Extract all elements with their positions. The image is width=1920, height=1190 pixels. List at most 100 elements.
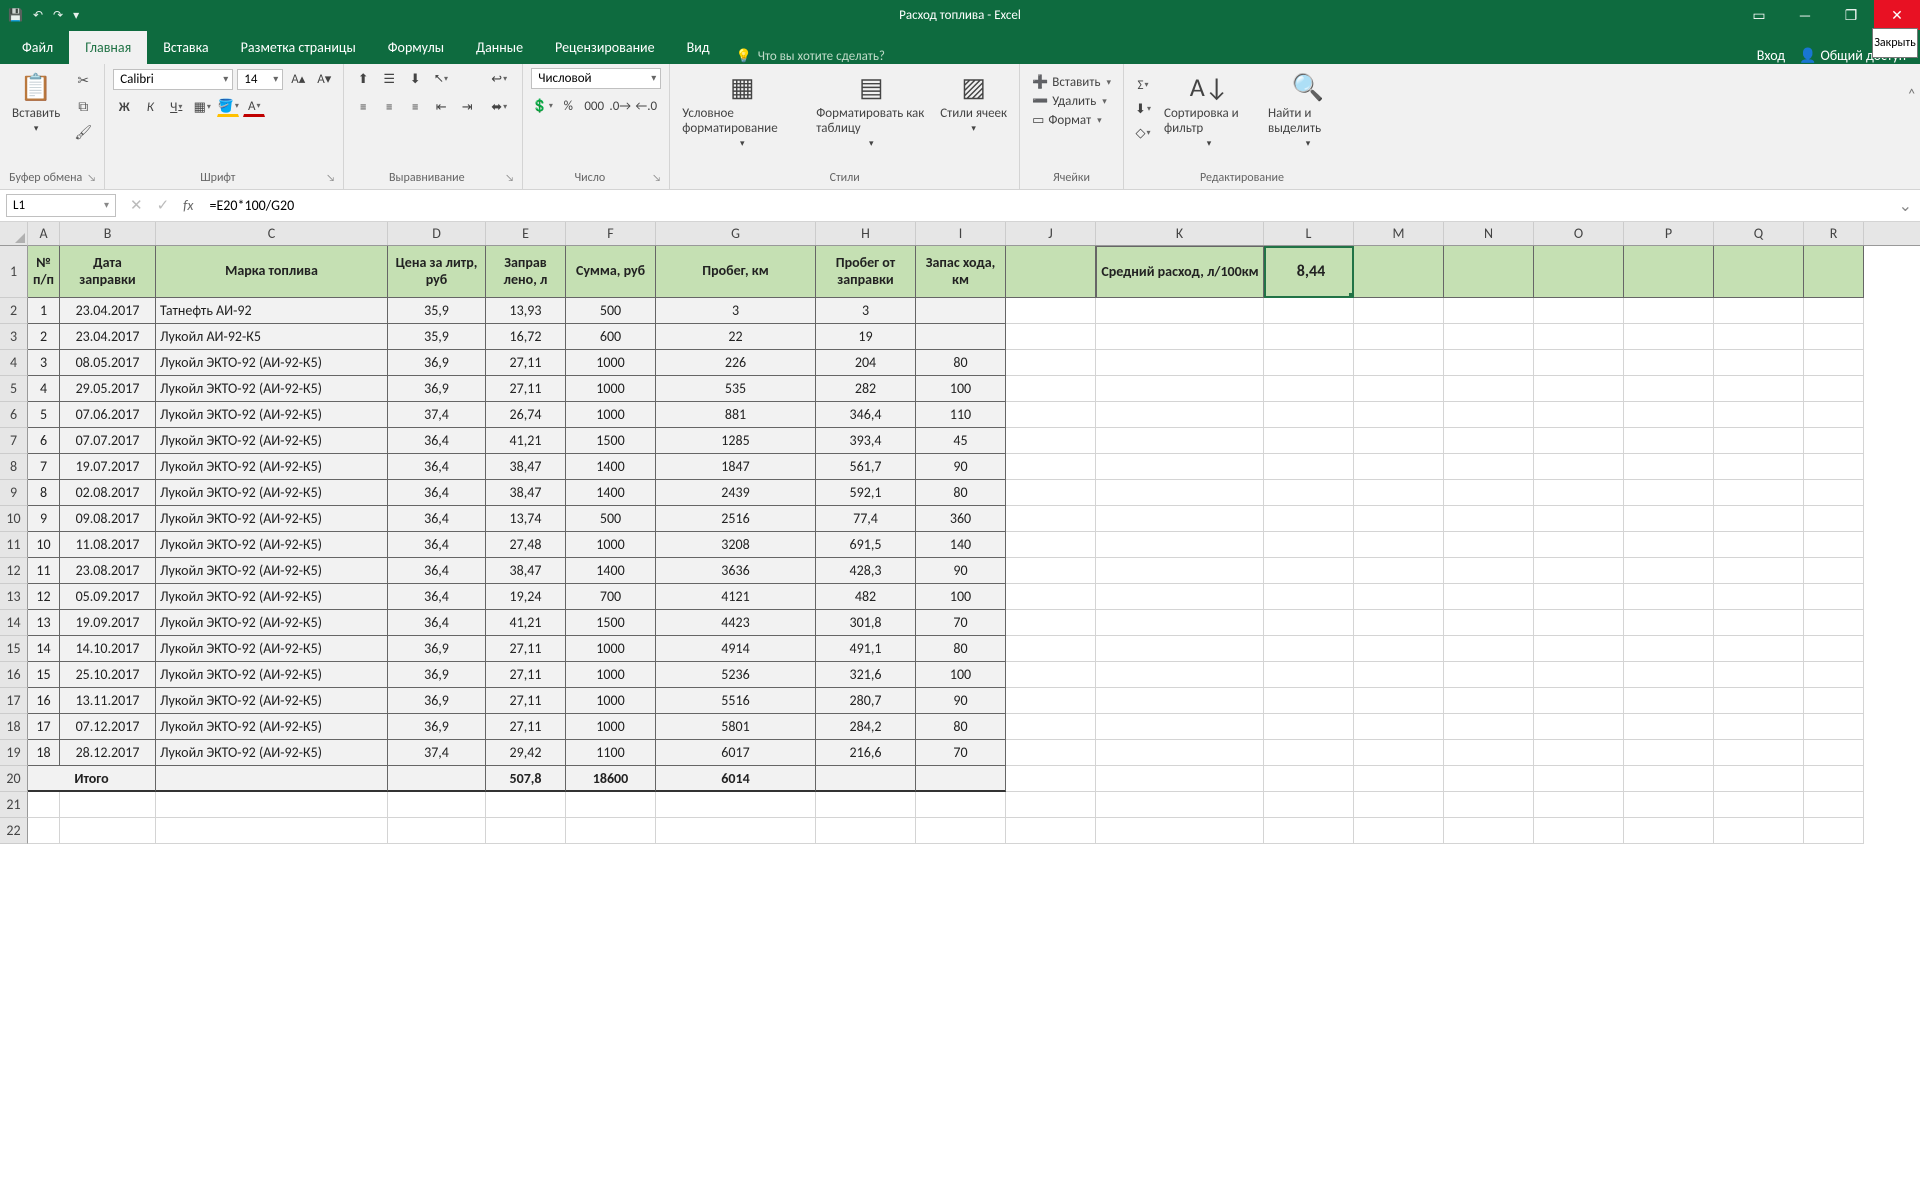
bold-button[interactable]: Ж bbox=[113, 96, 135, 118]
cell[interactable] bbox=[1534, 766, 1624, 792]
copy-icon[interactable]: ⧉ bbox=[70, 94, 96, 118]
cell[interactable] bbox=[1714, 480, 1804, 506]
cell[interactable] bbox=[1354, 402, 1444, 428]
tab-layout[interactable]: Разметка страницы bbox=[225, 31, 372, 64]
cell[interactable] bbox=[1354, 792, 1444, 818]
cell[interactable] bbox=[1534, 532, 1624, 558]
cell[interactable] bbox=[1444, 298, 1534, 324]
row-header[interactable]: 2 bbox=[0, 298, 28, 324]
cell[interactable] bbox=[816, 818, 916, 844]
font-size-select[interactable]: 14 bbox=[237, 69, 283, 90]
cell[interactable]: 561,7 bbox=[816, 454, 916, 480]
cell[interactable]: № п/п bbox=[28, 246, 60, 298]
cell[interactable]: 36,9 bbox=[388, 376, 486, 402]
cell[interactable]: 27,11 bbox=[486, 714, 566, 740]
cell[interactable]: 38,47 bbox=[486, 480, 566, 506]
cell[interactable]: Заправ лено, л bbox=[486, 246, 566, 298]
cell[interactable] bbox=[1804, 688, 1864, 714]
cell[interactable] bbox=[1264, 818, 1354, 844]
cell[interactable] bbox=[1264, 532, 1354, 558]
cell[interactable]: Лукойл ЭКТО-92 (АИ-92-К5) bbox=[156, 480, 388, 506]
cell[interactable] bbox=[1714, 376, 1804, 402]
cell[interactable]: 100 bbox=[916, 376, 1006, 402]
row-header[interactable]: 22 bbox=[0, 818, 28, 844]
cell[interactable] bbox=[1264, 714, 1354, 740]
cell[interactable]: Лукойл ЭКТО-92 (АИ-92-К5) bbox=[156, 688, 388, 714]
cell[interactable] bbox=[1354, 350, 1444, 376]
cell[interactable]: 13,93 bbox=[486, 298, 566, 324]
cell[interactable] bbox=[916, 818, 1006, 844]
cell[interactable]: 36,4 bbox=[388, 610, 486, 636]
cell[interactable] bbox=[1714, 506, 1804, 532]
expand-formula-bar-icon[interactable]: ⌄ bbox=[1891, 196, 1920, 216]
comma-style-icon[interactable]: 000 bbox=[583, 95, 605, 117]
cell[interactable] bbox=[1534, 688, 1624, 714]
col-header-C[interactable]: C bbox=[156, 222, 388, 245]
row-header[interactable]: 19 bbox=[0, 740, 28, 766]
close-icon[interactable]: ✕Закрыть bbox=[1874, 0, 1920, 30]
cell[interactable]: 27,11 bbox=[486, 376, 566, 402]
cell[interactable]: 16 bbox=[28, 688, 60, 714]
cell[interactable]: 110 bbox=[916, 402, 1006, 428]
cell[interactable] bbox=[1444, 428, 1534, 454]
cell[interactable]: 280,7 bbox=[816, 688, 916, 714]
cell[interactable]: 36,4 bbox=[388, 480, 486, 506]
cell[interactable] bbox=[1096, 792, 1264, 818]
cell[interactable]: 11 bbox=[28, 558, 60, 584]
cell[interactable]: 6 bbox=[28, 428, 60, 454]
row-header[interactable]: 11 bbox=[0, 532, 28, 558]
cell[interactable] bbox=[1624, 558, 1714, 584]
cell[interactable] bbox=[1624, 480, 1714, 506]
cell[interactable]: Лукойл ЭКТО-92 (АИ-92-К5) bbox=[156, 376, 388, 402]
cell[interactable]: 80 bbox=[916, 636, 1006, 662]
cell[interactable] bbox=[1444, 558, 1534, 584]
align-bottom-icon[interactable]: ⬇ bbox=[404, 68, 426, 90]
tab-home[interactable]: Главная bbox=[69, 31, 147, 64]
cell[interactable] bbox=[1264, 610, 1354, 636]
cell[interactable]: 2 bbox=[28, 324, 60, 350]
cell[interactable] bbox=[1624, 454, 1714, 480]
cell[interactable] bbox=[60, 818, 156, 844]
cancel-formula-icon[interactable]: ✕ bbox=[130, 196, 143, 215]
cell[interactable]: 38,47 bbox=[486, 454, 566, 480]
cell[interactable] bbox=[1624, 636, 1714, 662]
cell[interactable]: 491,1 bbox=[816, 636, 916, 662]
cell[interactable] bbox=[1624, 246, 1714, 298]
cell[interactable] bbox=[1096, 428, 1264, 454]
cell[interactable]: 1000 bbox=[566, 350, 656, 376]
cell[interactable] bbox=[1006, 688, 1096, 714]
cell[interactable]: 36,4 bbox=[388, 532, 486, 558]
cell[interactable] bbox=[156, 818, 388, 844]
cell[interactable] bbox=[566, 818, 656, 844]
col-header-K[interactable]: K bbox=[1096, 222, 1264, 245]
align-launcher-icon[interactable]: ↘ bbox=[505, 171, 514, 184]
cell[interactable] bbox=[1006, 402, 1096, 428]
cell[interactable] bbox=[156, 766, 388, 792]
cell[interactable]: 36,4 bbox=[388, 454, 486, 480]
cell[interactable]: 1400 bbox=[566, 454, 656, 480]
cell[interactable]: 13.11.2017 bbox=[60, 688, 156, 714]
cell[interactable] bbox=[1006, 766, 1096, 792]
cell[interactable] bbox=[1534, 246, 1624, 298]
cell[interactable]: Лукойл ЭКТО-92 (АИ-92-К5) bbox=[156, 558, 388, 584]
number-format-select[interactable]: Числовой bbox=[531, 68, 661, 89]
cell[interactable]: 36,9 bbox=[388, 714, 486, 740]
cell[interactable]: 5801 bbox=[656, 714, 816, 740]
cell[interactable] bbox=[1714, 428, 1804, 454]
cell[interactable]: 28.12.2017 bbox=[60, 740, 156, 766]
cell[interactable]: Татнефть АИ-92 bbox=[156, 298, 388, 324]
cell[interactable] bbox=[916, 324, 1006, 350]
cell[interactable] bbox=[1624, 714, 1714, 740]
row-header[interactable]: 15 bbox=[0, 636, 28, 662]
avg-consumption-value[interactable]: 8,44 bbox=[1264, 246, 1354, 298]
sort-filter-button[interactable]: A↓Сортировка и фильтр▾ bbox=[1160, 68, 1258, 151]
cell[interactable]: 90 bbox=[916, 454, 1006, 480]
cell[interactable] bbox=[1714, 558, 1804, 584]
cell[interactable]: 02.08.2017 bbox=[60, 480, 156, 506]
cell[interactable] bbox=[156, 792, 388, 818]
align-right-icon[interactable]: ≡ bbox=[404, 96, 426, 118]
minimize-icon[interactable]: — bbox=[1782, 0, 1828, 30]
cell[interactable]: 1000 bbox=[566, 532, 656, 558]
row-header[interactable]: 1 bbox=[0, 246, 28, 298]
cell[interactable] bbox=[1444, 454, 1534, 480]
